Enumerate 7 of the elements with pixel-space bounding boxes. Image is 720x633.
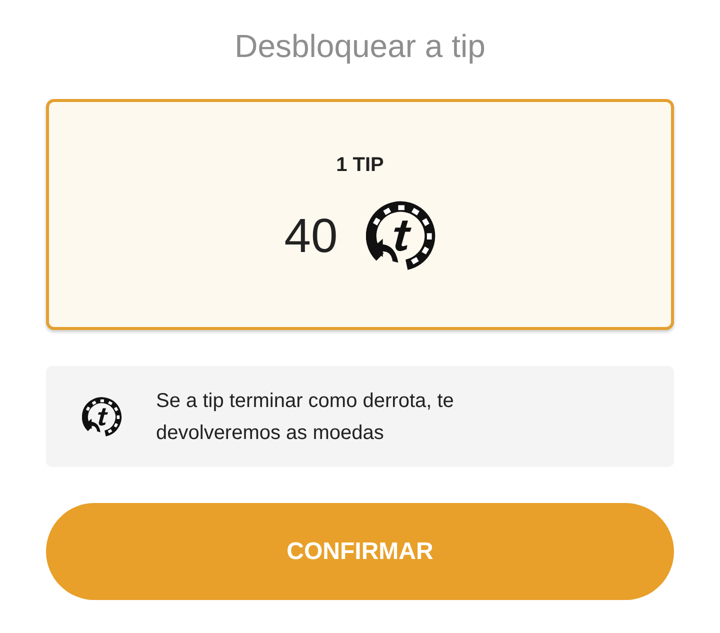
coin-icon <box>82 396 122 436</box>
coin-icon <box>366 201 436 271</box>
price-text: 40 <box>284 208 338 264</box>
dialog-title: Desbloquear a tip <box>234 28 486 65</box>
tip-offer-card[interactable]: 1 TIP 40 <box>46 99 674 330</box>
offer-label: 1 TIP <box>336 154 384 177</box>
notice-text: Se a tip terminar como derrota, te devolveremos as moedas <box>156 388 455 446</box>
